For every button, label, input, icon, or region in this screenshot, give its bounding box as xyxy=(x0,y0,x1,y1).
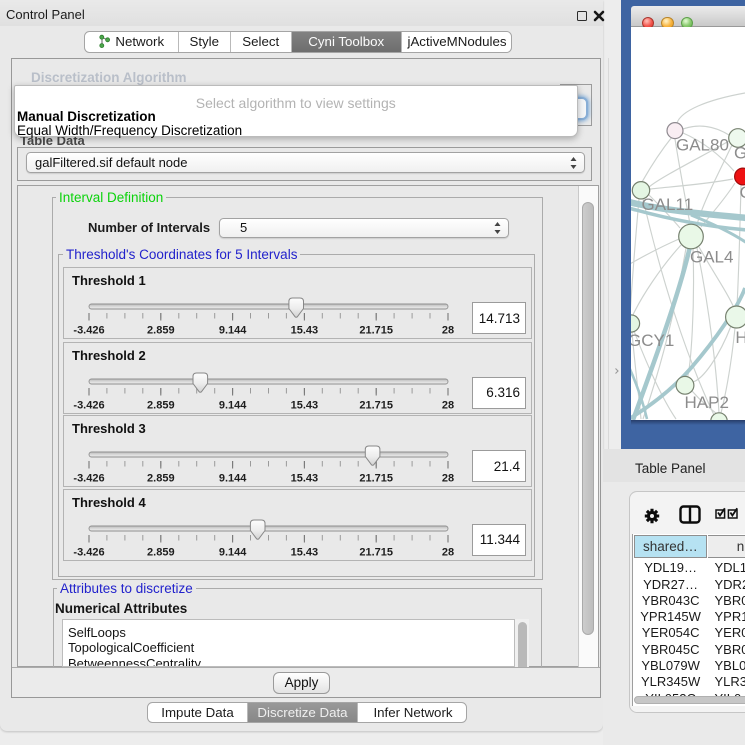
svg-text:GCY1: GCY1 xyxy=(631,331,674,350)
svg-text:-3.426: -3.426 xyxy=(73,399,104,411)
svg-text:28: 28 xyxy=(441,546,453,558)
svg-text:2.859: 2.859 xyxy=(147,473,175,485)
svg-text:GA: GA xyxy=(734,144,745,163)
svg-text:9.144: 9.144 xyxy=(218,325,246,337)
svg-text:28: 28 xyxy=(441,473,453,485)
svg-text:GAL11: GAL11 xyxy=(642,195,694,214)
svg-text:21.715: 21.715 xyxy=(359,473,393,485)
svg-text:28: 28 xyxy=(441,325,453,337)
svg-text:GAL4: GAL4 xyxy=(690,248,733,267)
svg-text:9.144: 9.144 xyxy=(218,473,246,485)
svg-text:21.715: 21.715 xyxy=(359,546,393,558)
svg-text:21.715: 21.715 xyxy=(359,325,393,337)
svg-text:9.144: 9.144 xyxy=(218,399,246,411)
svg-text:15.43: 15.43 xyxy=(290,399,318,411)
svg-text:15.43: 15.43 xyxy=(290,546,318,558)
svg-text:HAP2: HAP2 xyxy=(685,393,729,412)
svg-text:21.715: 21.715 xyxy=(359,399,393,411)
svg-text:2.859: 2.859 xyxy=(147,399,175,411)
svg-text:2.859: 2.859 xyxy=(147,546,175,558)
svg-text:2.859: 2.859 xyxy=(147,325,175,337)
svg-text:28: 28 xyxy=(441,399,453,411)
svg-text:-3.426: -3.426 xyxy=(73,325,104,337)
svg-text:9.144: 9.144 xyxy=(218,546,246,558)
svg-text:15.43: 15.43 xyxy=(290,325,318,337)
svg-text:15.43: 15.43 xyxy=(290,473,318,485)
svg-text:H: H xyxy=(735,328,745,347)
svg-text:-3.426: -3.426 xyxy=(73,546,104,558)
svg-text:GAL80: GAL80 xyxy=(676,136,729,155)
svg-text:C: C xyxy=(740,183,745,202)
svg-text:-3.426: -3.426 xyxy=(73,473,104,485)
